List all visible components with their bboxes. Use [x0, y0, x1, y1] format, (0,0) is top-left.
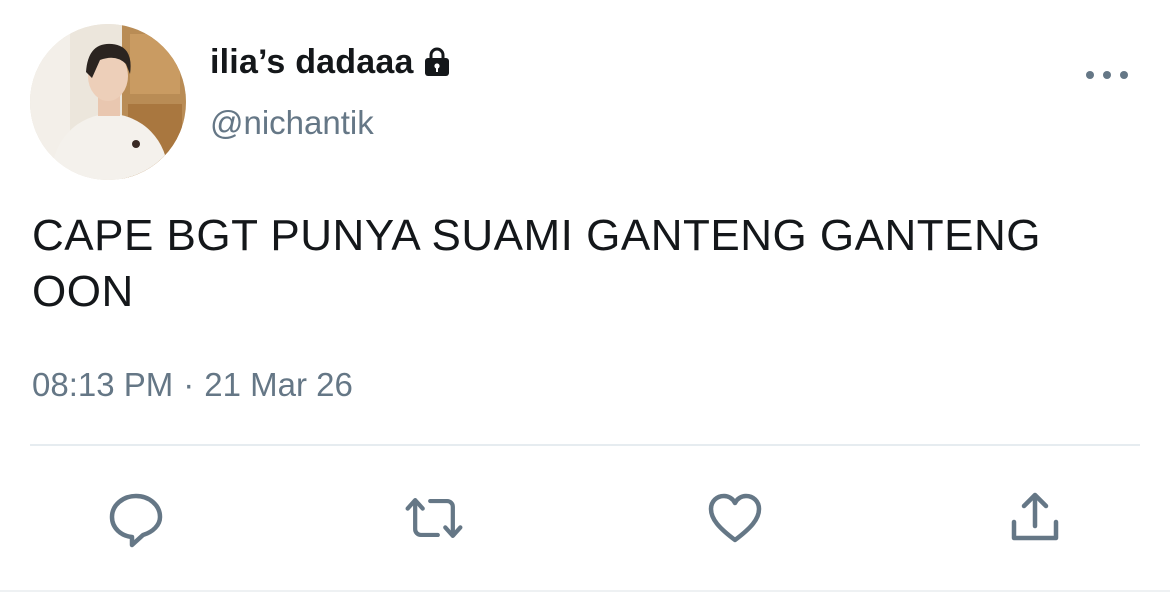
display-name[interactable]: ilia’s dadaaa	[210, 43, 414, 82]
avatar[interactable]	[30, 24, 186, 180]
retweet-button[interactable]	[402, 486, 466, 550]
share-icon	[1011, 492, 1059, 541]
avatar-photo	[30, 24, 186, 180]
share-button[interactable]	[1003, 486, 1067, 550]
lock-icon	[420, 45, 454, 79]
bottom-divider	[0, 590, 1170, 592]
user-meta: ilia’s dadaaa @nichantik	[210, 40, 454, 142]
more-options-button[interactable]	[1086, 64, 1128, 86]
divider	[30, 444, 1140, 446]
tweet-card: ilia’s dadaaa @nichantik CAPE BGT PUNYA …	[0, 0, 1170, 609]
tweet-text: CAPE BGT PUNYA SUAMI GANTENG GANTENG OON	[32, 211, 1041, 316]
more-options-icon-dot	[1120, 71, 1128, 79]
retweet-icon	[405, 498, 463, 538]
user-handle[interactable]: @nichantik	[210, 104, 454, 142]
display-name-row: ilia’s dadaaa	[210, 40, 454, 84]
like-button[interactable]	[703, 486, 767, 550]
timestamp[interactable]: 08:13 PM · 21 Mar 26	[32, 366, 353, 404]
more-options-icon	[1086, 71, 1094, 79]
reply-icon	[109, 493, 163, 548]
more-options-icon-dot	[1103, 71, 1111, 79]
timestamp-separator: ·	[183, 366, 195, 403]
tweet-time: 08:13 PM	[32, 366, 174, 403]
reply-button[interactable]	[104, 486, 168, 550]
tweet-date: 21 Mar 26	[204, 366, 353, 403]
heart-icon	[708, 493, 762, 543]
